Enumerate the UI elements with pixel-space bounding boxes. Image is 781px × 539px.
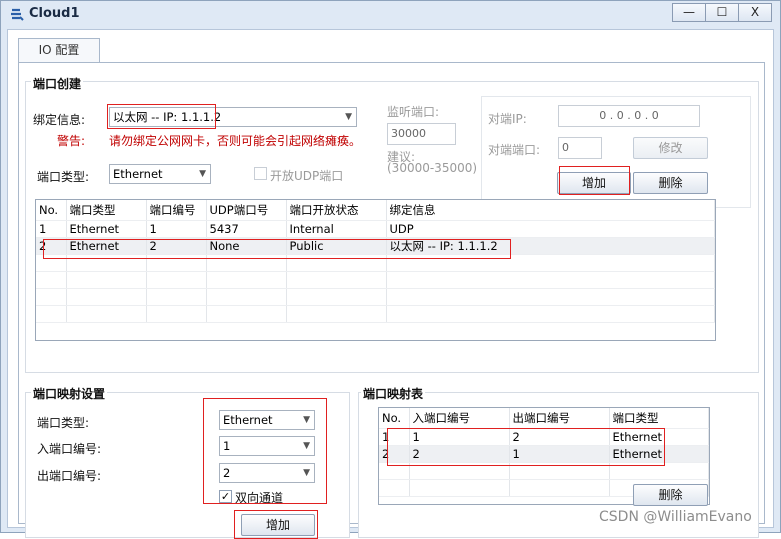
udp-open-label: 开放UDP端口 <box>270 169 344 183</box>
check-icon: ✓ <box>220 490 231 503</box>
table-row[interactable]: 2 2 1 Ethernet <box>379 445 709 463</box>
map-port-type-value: Ethernet <box>223 413 273 427</box>
bidirectional-label: 双向通道 <box>235 491 284 505</box>
cell: UDP <box>386 220 715 238</box>
cell: 1 <box>36 220 67 238</box>
minimize-button[interactable]: — <box>672 3 706 22</box>
udp-open-checkbox[interactable] <box>254 167 267 180</box>
cloud-app-icon <box>11 8 24 21</box>
bind-info-select[interactable]: 以太网 -- IP: 1.1.1.2 ▼ <box>109 107 357 127</box>
col-port-type: 端口类型 <box>66 200 147 221</box>
col-bind-info: 绑定信息 <box>386 200 715 221</box>
title-bar[interactable]: Cloud1 — ☐ X <box>1 1 780 29</box>
port-delete-button[interactable]: 删除 <box>633 172 708 194</box>
cell: 2 <box>146 237 207 255</box>
modify-button[interactable]: 修改 <box>633 137 708 159</box>
chevron-down-icon: ▼ <box>303 441 310 451</box>
out-port-value: 2 <box>223 466 231 480</box>
cell: Public <box>286 237 387 255</box>
warning-label: 警告: <box>57 134 86 148</box>
col-port-number: 端口编号 <box>146 200 207 221</box>
out-port-label: 出端口编号: <box>37 469 102 483</box>
close-button[interactable]: X <box>738 3 772 22</box>
col-no: No. <box>36 200 67 221</box>
port-table-header: No. 端口类型 端口编号 UDP端口号 端口开放状态 绑定信息 <box>36 200 715 221</box>
peer-port-input[interactable]: 0 <box>558 137 602 159</box>
port-type-label: 端口类型: <box>37 170 90 184</box>
table-row <box>36 288 715 306</box>
warning-text: 请勿绑定公网网卡，否则可能会引起网络瘫痪。 <box>109 134 362 148</box>
cell: 5437 <box>206 220 287 238</box>
table-row[interactable]: 2 Ethernet 2 None Public 以太网 -- IP: 1.1.… <box>36 237 715 255</box>
maximize-button[interactable]: ☐ <box>705 3 739 22</box>
in-port-value: 1 <box>223 439 231 453</box>
table-row[interactable]: 1 1 2 Ethernet <box>379 428 709 446</box>
chevron-down-icon: ▼ <box>345 112 352 122</box>
cell: 1 <box>379 428 410 446</box>
tab-page: 端口创建 绑定信息: 以太网 -- IP: 1.1.1.2 ▼ 警告: 请勿绑定… <box>18 62 765 539</box>
cell: None <box>206 237 287 255</box>
suggest-range: (30000-35000) <box>387 161 478 175</box>
cell: Internal <box>286 220 387 238</box>
table-row <box>379 462 709 480</box>
table-row <box>36 271 715 289</box>
cell: Ethernet <box>66 237 147 255</box>
map-port-type-label: 端口类型: <box>37 416 90 430</box>
in-port-select[interactable]: 1 ▼ <box>219 436 315 456</box>
client-area: IO 配置 端口创建 绑定信息: 以太网 -- IP: 1.1.1.2 ▼ 警告… <box>7 29 774 539</box>
chevron-down-icon: ▼ <box>303 468 310 478</box>
map-port-type-select[interactable]: Ethernet ▼ <box>219 410 315 430</box>
peer-port-label: 对端端口: <box>488 143 541 157</box>
cell: 以太网 -- IP: 1.1.1.2 <box>386 237 715 255</box>
cell: 1 <box>409 428 510 446</box>
peer-ip-label: 对端IP: <box>488 112 527 126</box>
cell: 2 <box>409 445 510 463</box>
peer-ip-input[interactable]: 0 . 0 . 0 . 0 <box>558 105 700 127</box>
cell: Ethernet <box>609 445 709 463</box>
chevron-down-icon: ▼ <box>303 415 310 425</box>
bind-info-label: 绑定信息: <box>33 113 86 127</box>
port-type-value: Ethernet <box>113 167 163 181</box>
bidirectional-checkbox[interactable]: ✓ <box>219 490 232 503</box>
col-open-state: 端口开放状态 <box>286 200 387 221</box>
cell: 1 <box>509 445 610 463</box>
col-map-port-type: 端口类型 <box>609 408 709 429</box>
chevron-down-icon: ▼ <box>199 169 206 179</box>
cell: 2 <box>509 428 610 446</box>
in-port-label: 入端口编号: <box>37 442 102 456</box>
watermark: CSDN @WilliamEvano <box>599 509 752 525</box>
tab-io-config[interactable]: IO 配置 <box>18 38 100 63</box>
port-type-select[interactable]: Ethernet ▼ <box>109 164 211 184</box>
col-udp-port: UDP端口号 <box>206 200 287 221</box>
col-out-port: 出端口编号 <box>509 408 610 429</box>
col-no: No. <box>379 408 410 429</box>
cell: 2 <box>379 445 410 463</box>
table-row[interactable]: 1 Ethernet 1 5437 Internal UDP <box>36 220 715 238</box>
mapping-settings-title: 端口映射设置 <box>31 385 108 402</box>
port-add-button[interactable]: 增加 <box>557 172 631 194</box>
listen-port-label: 监听端口: <box>387 105 440 119</box>
out-port-select[interactable]: 2 ▼ <box>219 463 315 483</box>
cell: 1 <box>146 220 207 238</box>
mapping-table-title: 端口映射表 <box>361 385 426 402</box>
window-title: Cloud1 <box>29 6 80 21</box>
listen-port-input[interactable]: 30000 <box>387 123 456 145</box>
port-create-title: 端口创建 <box>31 75 84 92</box>
cell: 2 <box>36 237 67 255</box>
bind-info-value: 以太网 -- IP: 1.1.1.2 <box>113 110 222 124</box>
table-row <box>36 254 715 272</box>
col-in-port: 入端口编号 <box>409 408 510 429</box>
cell: Ethernet <box>609 428 709 446</box>
cell: Ethernet <box>66 220 147 238</box>
cloud-config-window: Cloud1 — ☐ X IO 配置 端口创建 绑定信息: 以太网 -- IP:… <box>0 0 781 539</box>
map-delete-button[interactable]: 删除 <box>633 484 708 506</box>
mapping-table-header: No. 入端口编号 出端口编号 端口类型 <box>379 408 709 429</box>
port-table[interactable]: No. 端口类型 端口编号 UDP端口号 端口开放状态 绑定信息 1 Ether… <box>35 199 716 341</box>
table-row <box>36 305 715 323</box>
